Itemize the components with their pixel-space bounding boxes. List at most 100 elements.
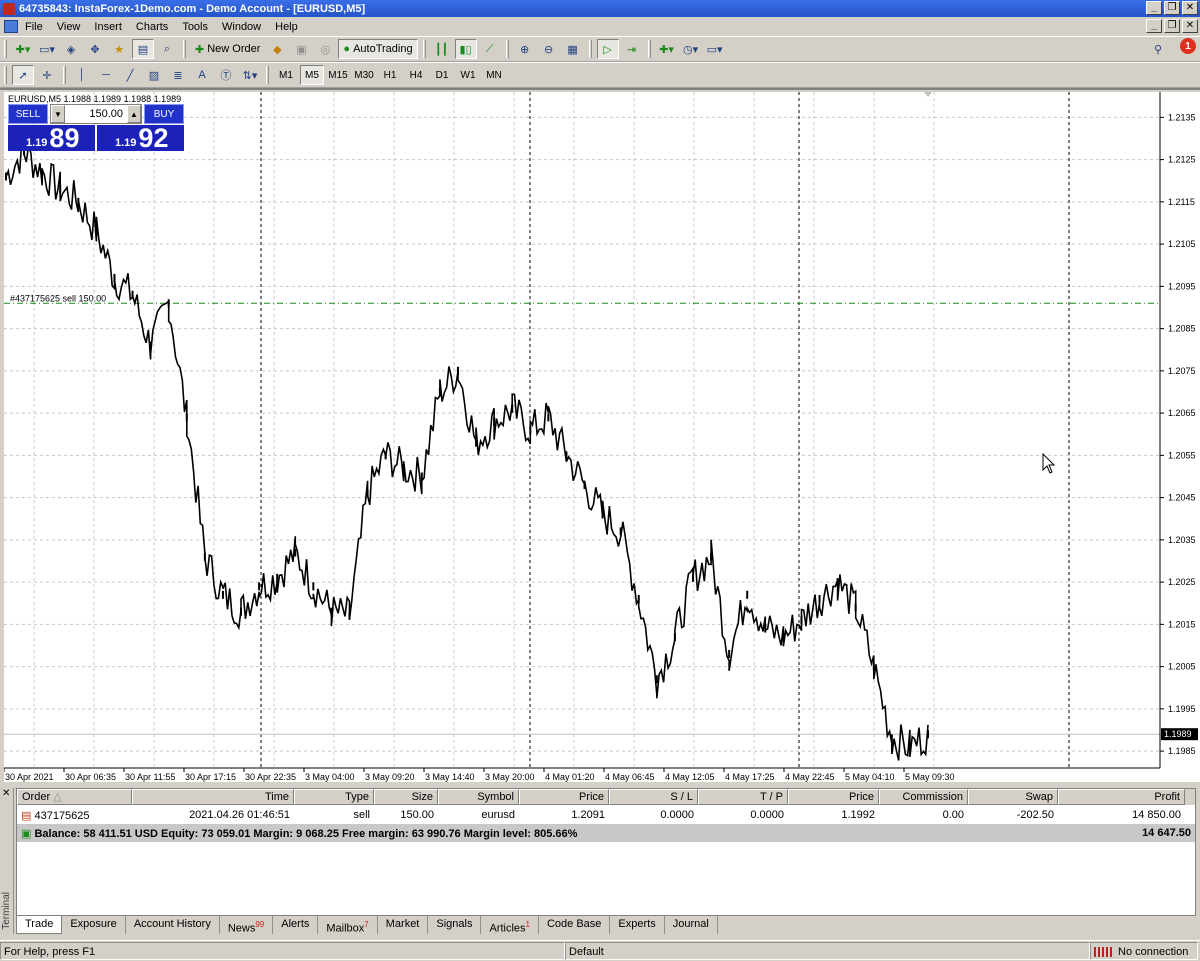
col-current-price[interactable]: Price (788, 789, 879, 805)
indicators-icon[interactable]: ✚▾ (656, 39, 678, 59)
price-bar (221, 590, 224, 599)
timeframe-m1[interactable]: M1 (274, 65, 298, 85)
timeframe-w1[interactable]: W1 (456, 65, 480, 85)
market-watch-icon[interactable]: ◈ (60, 39, 82, 59)
tab-account-history[interactable]: Account History (126, 916, 220, 934)
tab-news[interactable]: News99 (220, 916, 274, 935)
sell-price[interactable]: 1.19 89 (8, 125, 95, 152)
cursor-icon[interactable]: ➚ (12, 65, 34, 85)
zoom-out-icon[interactable]: ⊖ (538, 39, 560, 59)
menu-charts[interactable]: Charts (129, 21, 175, 33)
navigator-icon[interactable]: ★ (108, 39, 130, 59)
lot-size-value[interactable]: 150.00 (65, 108, 127, 120)
chart-shift-icon[interactable]: ⇥ (621, 39, 643, 59)
timeframe-mn[interactable]: MN (482, 65, 506, 85)
crosshair-icon[interactable]: ✛ (36, 65, 58, 85)
col-price[interactable]: Price (519, 789, 609, 805)
data-window-icon[interactable]: ✥ (84, 39, 106, 59)
menu-insert[interactable]: Insert (87, 21, 129, 33)
zoom-in-icon[interactable]: ⊕ (514, 39, 536, 59)
metaeditor-icon[interactable]: ◆ (266, 39, 288, 59)
bar-chart-icon[interactable]: ┃┃ (431, 39, 453, 59)
price-chart[interactable]: 1.2135 1.2125 1.2115 1.2105 1.2095 1.2085 1.20… (4, 92, 1200, 782)
lot-size-field[interactable]: ▼ 150.00 ▲ (50, 104, 142, 124)
col-type[interactable]: Type (294, 789, 374, 805)
timeframe-h1[interactable]: H1 (378, 65, 402, 85)
fibonacci-icon[interactable]: ≣ (167, 65, 189, 85)
col-sl[interactable]: S / L (609, 789, 698, 805)
terminal-close-icon[interactable]: ✕ (2, 788, 10, 799)
tab-mailbox[interactable]: Mailbox7 (318, 916, 378, 935)
y-tick-label: 1.2005 (1168, 662, 1196, 672)
tab-code-base[interactable]: Code Base (539, 916, 611, 934)
minimize-button[interactable]: _ (1146, 1, 1162, 15)
y-tick-label: 1.2025 (1168, 577, 1196, 587)
menu-tools[interactable]: Tools (175, 21, 215, 33)
col-profit[interactable]: Profit (1058, 789, 1185, 805)
col-time[interactable]: Time (132, 789, 294, 805)
vertical-line-icon[interactable]: │ (71, 65, 93, 85)
timeframe-d1[interactable]: D1 (430, 65, 454, 85)
timeframe-m15[interactable]: M15 (326, 65, 350, 85)
tab-articles[interactable]: Articles1 (481, 916, 539, 935)
tab-signals[interactable]: Signals (428, 916, 482, 934)
periods-icon[interactable]: ◷▾ (680, 39, 702, 59)
timeframe-m30[interactable]: M30 (352, 65, 376, 85)
menu-window[interactable]: Window (215, 21, 268, 33)
trendline-icon[interactable]: ╱ (119, 65, 141, 85)
lot-increase-icon[interactable]: ▲ (127, 105, 141, 123)
mdi-close-button[interactable]: ✕ (1182, 19, 1198, 33)
tab-trade[interactable]: Trade (16, 916, 63, 934)
tab-journal[interactable]: Journal (665, 916, 718, 934)
col-symbol[interactable]: Symbol (438, 789, 519, 805)
notifications-button[interactable]: 1 (1170, 37, 1200, 61)
col-order[interactable]: Order △ (17, 789, 132, 805)
lock-icon[interactable]: ▣ (290, 39, 312, 59)
mdi-restore-button[interactable]: ❐ (1164, 19, 1180, 33)
line-chart-icon[interactable]: ⟋ (479, 39, 501, 59)
buy-button[interactable]: BUY (144, 104, 184, 124)
text-icon[interactable]: A (191, 65, 213, 85)
text-label-icon[interactable]: Ⓣ (215, 65, 237, 85)
sell-button[interactable]: SELL (8, 104, 48, 124)
tab-exposure[interactable]: Exposure (62, 916, 126, 934)
horizontal-line-icon[interactable]: ─ (95, 65, 117, 85)
options-icon[interactable]: ◎ (314, 39, 336, 59)
menu-file[interactable]: File (18, 21, 50, 33)
col-swap[interactable]: Swap (968, 789, 1058, 805)
channel-icon[interactable]: ▨ (143, 65, 165, 85)
autotrading-button[interactable]: ● AutoTrading (338, 39, 418, 59)
terminal-icon[interactable]: ▤ (132, 39, 154, 59)
timeframe-h4[interactable]: H4 (404, 65, 428, 85)
tab-market[interactable]: Market (378, 916, 429, 934)
price-bar (854, 603, 857, 612)
col-size[interactable]: Size (374, 789, 438, 805)
new-chart-icon[interactable]: ✚▾ (12, 39, 34, 59)
strategy-tester-icon[interactable]: ⌕ (156, 39, 178, 59)
close-button[interactable]: ✕ (1182, 1, 1198, 15)
tab-alerts[interactable]: Alerts (273, 916, 319, 934)
auto-scroll-icon[interactable]: ▷ (596, 39, 619, 59)
templates-icon[interactable]: ▭▾ (704, 39, 726, 59)
chart-window-icon[interactable] (4, 20, 18, 33)
timeframe-m5[interactable]: M5 (300, 65, 324, 85)
candlestick-icon[interactable]: ▮▯ (454, 39, 477, 59)
new-order-button[interactable]: ✚ New Order (191, 39, 264, 59)
table-row[interactable]: ▤ 437175625 2021.04.26 01:46:51 sell 150… (17, 806, 1195, 824)
restore-button[interactable]: ❐ (1164, 1, 1180, 15)
lot-decrease-icon[interactable]: ▼ (51, 105, 65, 123)
price-bar (637, 595, 640, 603)
y-tick-label: 1.2095 (1168, 281, 1196, 291)
menu-help[interactable]: Help (268, 21, 305, 33)
profiles-icon[interactable]: ▭▾ (36, 39, 58, 59)
search-icon[interactable]: ⚲ (1147, 39, 1169, 59)
order-swap: -202.50 (1016, 809, 1054, 821)
mdi-minimize-button[interactable]: _ (1146, 19, 1162, 33)
tab-experts[interactable]: Experts (610, 916, 665, 934)
col-tp[interactable]: T / P (698, 789, 788, 805)
tile-windows-icon[interactable]: ▦ (562, 39, 584, 59)
col-commission[interactable]: Commission (879, 789, 968, 805)
menu-view[interactable]: View (50, 21, 88, 33)
buy-price[interactable]: 1.19 92 (97, 125, 184, 152)
arrows-icon[interactable]: ⇅▾ (239, 65, 261, 85)
